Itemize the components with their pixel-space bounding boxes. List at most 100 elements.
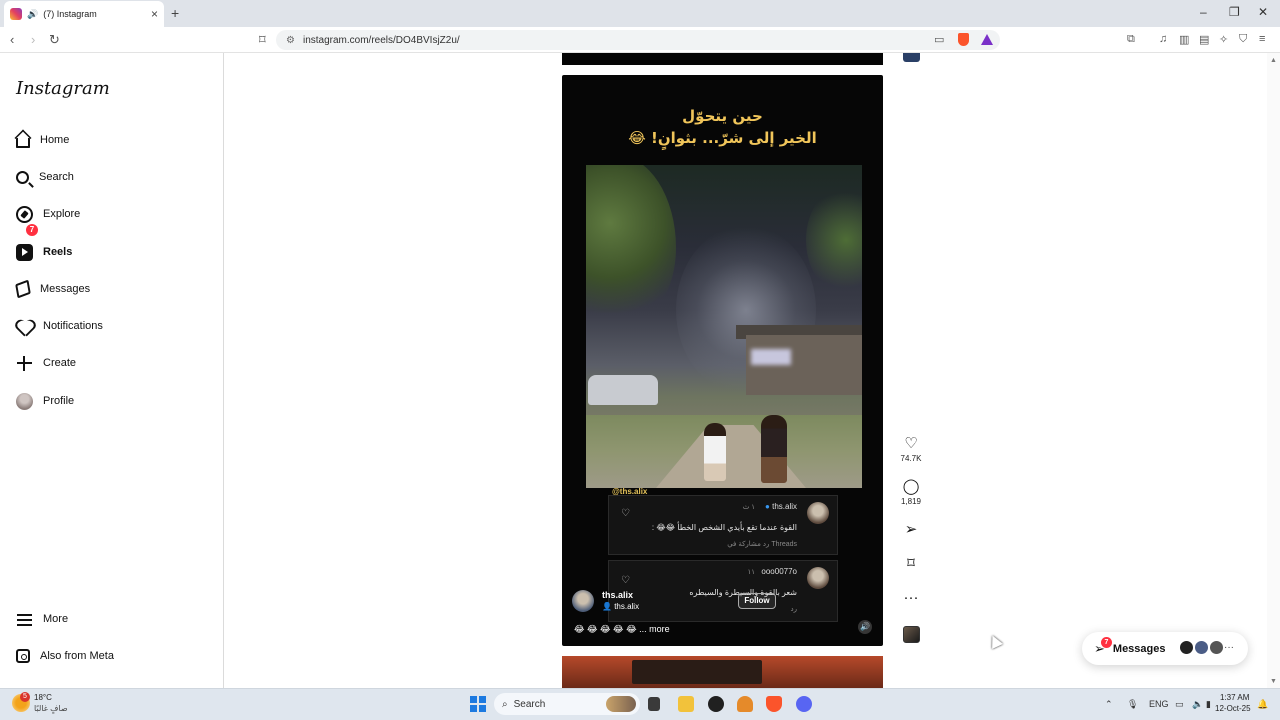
messages-pill-label: Messages <box>1112 642 1166 655</box>
task-view-icon[interactable] <box>648 697 660 711</box>
more-icon: ··· <box>903 589 919 606</box>
scroll-down-icon[interactable]: ▼ <box>1270 678 1277 685</box>
next-reel[interactable] <box>562 656 883 688</box>
messages-badge: 7 <box>26 224 38 236</box>
volume-icon[interactable]: 🔊 <box>858 620 872 634</box>
windows-start-icon[interactable] <box>470 696 486 712</box>
sidebar-item-label: Messages <box>40 283 91 295</box>
taskbar-search-label: Search <box>513 698 546 710</box>
sidebar-item-home[interactable]: Home <box>16 128 206 152</box>
person-icon: 👤 <box>602 602 615 611</box>
comment-button[interactable]: ◯ 1,819 <box>895 478 927 506</box>
app-icon[interactable] <box>708 696 724 712</box>
wallet-icon[interactable]: ▤ <box>1199 33 1209 46</box>
sidebar-item-also-from-meta[interactable]: Also from Meta <box>16 644 206 668</box>
language-indicator[interactable]: ENG <box>1149 699 1169 709</box>
sidebar-item-label: Profile <box>43 395 75 407</box>
network-icon[interactable]: ▭ <box>1175 699 1184 710</box>
sidebar-item-explore[interactable]: Explore <box>16 202 206 226</box>
more-icon[interactable]: ··· <box>1224 642 1234 653</box>
clock-time[interactable]: 1:37 AM <box>1220 693 1249 702</box>
plus-icon <box>16 355 33 372</box>
minimize-button[interactable]: – <box>1200 5 1207 19</box>
comment-text: القوة عندما تقع بأيدي الشخص الخطأ 😂😂 : <box>651 523 797 532</box>
clock-date[interactable]: 12-Oct-25 <box>1215 704 1251 713</box>
reload-icon[interactable]: ↻ <box>49 32 60 48</box>
send-icon: ➢ <box>904 521 918 538</box>
save-button[interactable]: ⌑ <box>895 555 927 572</box>
address-bar[interactable]: ⚙ instagram.com/reels/DO4BVIsjZ2u/ <box>276 30 1000 50</box>
site-info-icon[interactable]: ⚙ <box>286 35 295 46</box>
sidebar-item-reels[interactable]: Reels <box>16 240 206 264</box>
temperature[interactable]: 18°C <box>34 693 52 702</box>
sidebar-item-label: Reels <box>43 246 73 258</box>
back-icon[interactable]: ‹ <box>10 32 14 47</box>
page-scrollbar[interactable] <box>1267 53 1280 688</box>
avatar <box>1179 640 1194 655</box>
sidebar-item-label: Home <box>40 134 70 146</box>
tab-title: (7) Instagram <box>43 9 97 19</box>
battery-icon[interactable]: ▮ <box>1206 699 1211 710</box>
embedded-comment: ♡ ١ ث ● ths.alix القوة عندما تقع بأيدي ا… <box>608 495 838 555</box>
discord-icon[interactable] <box>796 696 812 712</box>
leo-ai-icon[interactable]: ✧ <box>1219 33 1228 46</box>
sidebar-item-create[interactable]: Create <box>16 351 206 375</box>
url-text[interactable]: instagram.com/reels/DO4BVIsjZ2u/ <box>303 35 460 46</box>
reel-video[interactable]: حين يتحوّل الخير إلى شرّ... بثوانٍ! 😂 @t… <box>562 75 883 646</box>
media-icon[interactable]: ♫ <box>1159 33 1167 45</box>
like-comment-icon: ♡ <box>621 508 630 519</box>
reel-owner-username[interactable]: ths.alix <box>602 590 633 600</box>
windows-taskbar <box>0 688 1280 720</box>
notifications-icon[interactable]: 🔔 <box>1257 699 1268 710</box>
brave-rewards-icon[interactable] <box>981 34 993 45</box>
previous-reel[interactable] <box>562 53 883 65</box>
cloud-app-icon[interactable] <box>737 696 753 712</box>
forward-icon[interactable]: › <box>31 32 35 47</box>
previous-reel-audio-thumb[interactable] <box>903 53 920 62</box>
audio-thumbnail[interactable] <box>903 626 920 643</box>
sidebar-item-messages[interactable]: Messages <box>15 277 206 301</box>
more-options-button[interactable]: ··· <box>895 589 927 606</box>
cast-icon[interactable]: ▭ <box>934 33 944 46</box>
brave-browser-icon[interactable] <box>766 696 782 712</box>
like-button[interactable]: ♡ 74.7K <box>895 435 927 463</box>
video-scene-tree <box>806 185 862 295</box>
video-scene-car <box>588 375 658 405</box>
bookmark-icon[interactable]: ⌑ <box>259 32 266 48</box>
brave-shields-icon[interactable] <box>958 33 969 46</box>
taskbar-search[interactable]: ⌕ Search <box>494 693 640 715</box>
sidebar-item-more[interactable]: More <box>16 607 206 631</box>
scroll-up-icon[interactable]: ▲ <box>1270 57 1277 64</box>
volume-icon[interactable]: 🔈 <box>1192 699 1203 710</box>
bookmark-icon: ⌑ <box>907 555 915 572</box>
file-explorer-icon[interactable] <box>678 696 694 712</box>
reel-owner-avatar[interactable] <box>572 590 594 612</box>
reel-caption[interactable]: 😂 😂 😂 😂 😂 ... more <box>574 624 670 635</box>
video-scene-tree <box>586 165 676 325</box>
sidebar-toggle-icon[interactable]: ▥ <box>1179 33 1189 46</box>
browser-tab[interactable]: 🔊 (7) Instagram × <box>4 1 164 27</box>
vpn-icon[interactable]: ⛉ <box>1239 33 1247 46</box>
share-button[interactable]: ➢ <box>895 521 927 538</box>
microphone-icon[interactable]: 🎙 <box>1127 699 1138 710</box>
instagram-logo[interactable]: Instagram <box>16 78 110 99</box>
weather-description[interactable]: صافٍ غالبًا <box>34 704 68 713</box>
sidebar-item-search[interactable]: Search <box>16 165 206 189</box>
heart-icon: ♡ <box>904 435 918 452</box>
audio-playing-icon[interactable]: 🔊 <box>27 9 38 20</box>
sidebar-item-label: Search <box>39 171 74 183</box>
restore-button[interactable]: ❐ <box>1229 5 1240 19</box>
tray-expand-icon[interactable]: ⌃ <box>1105 699 1113 710</box>
menu-icon <box>16 611 33 628</box>
reel-owner-audio[interactable]: 👤 ths.alix <box>602 602 639 611</box>
extensions-icon[interactable]: ⧉ <box>1127 33 1135 46</box>
close-tab-icon[interactable]: × <box>151 7 158 21</box>
sidebar-item-label: Also from Meta <box>40 650 114 662</box>
menu-icon[interactable]: ≡ <box>1259 33 1265 45</box>
follow-button[interactable]: Follow <box>738 593 776 609</box>
sidebar-item-profile[interactable]: Profile <box>16 389 206 413</box>
sidebar-item-notifications[interactable]: Notifications <box>16 314 206 338</box>
comment-count: 1,819 <box>900 497 922 506</box>
close-window-button[interactable]: ✕ <box>1258 5 1268 19</box>
new-tab-button[interactable]: + <box>171 5 179 21</box>
